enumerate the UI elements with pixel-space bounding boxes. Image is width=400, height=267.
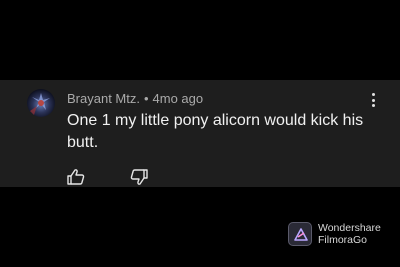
comment-card: Brayant Mtz. • 4mo ago One 1 my little pon…	[0, 80, 400, 187]
author-name[interactable]: Brayant Mtz.	[67, 91, 140, 106]
thumbs-up-icon	[67, 169, 85, 185]
watermark-line2: FilmoraGo	[318, 234, 368, 246]
avatar[interactable]	[27, 89, 55, 117]
comment-meta: Brayant Mtz. • 4mo ago	[67, 91, 203, 106]
comment-text: One 1 my little pony alicorn would kick …	[67, 112, 364, 151]
watermark-text: Wondershare FilmoraGo	[318, 222, 381, 246]
watermark: Wondershare FilmoraGo	[288, 222, 381, 246]
filmorago-logo-icon	[288, 222, 312, 246]
meta-separator: •	[143, 91, 149, 106]
watermark-line1: Wondershare	[318, 222, 381, 234]
comment-time: 4mo ago	[152, 91, 204, 106]
avatar-image	[30, 93, 50, 115]
like-button[interactable]	[66, 168, 86, 186]
more-vertical-icon[interactable]	[366, 91, 380, 109]
dislike-button[interactable]	[129, 168, 149, 186]
thumbs-down-icon	[130, 169, 148, 185]
